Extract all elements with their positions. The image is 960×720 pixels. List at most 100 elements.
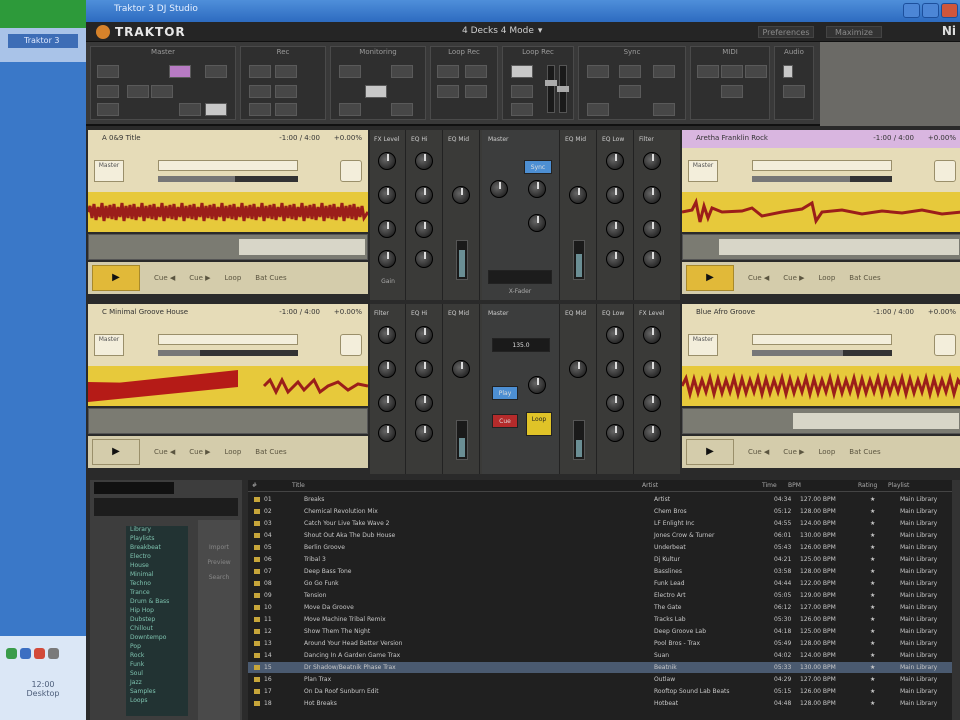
deck-c[interactable]: C Minimal Groove House -1:00 / 4:00 +0.0… [88,304,368,470]
loop-button[interactable]: Loop [819,274,836,282]
deck-progress[interactable] [752,350,892,356]
table-row[interactable]: 13 Around Your Head Better Version Pool Br… [248,638,960,649]
volume-fader[interactable] [573,240,585,280]
sync-button[interactable] [340,334,362,356]
tree-item[interactable]: House [126,562,188,571]
toolbar-button[interactable] [745,65,767,78]
toolbar-button[interactable] [511,103,533,116]
deck-progress[interactable] [158,350,298,356]
waveform[interactable] [88,192,368,232]
fx-knob[interactable] [643,152,661,170]
monitor-volume-knob[interactable] [528,180,546,198]
crossfader[interactable] [488,270,552,284]
toolbar-button[interactable] [721,65,743,78]
toolbar-button[interactable] [437,65,459,78]
toolbar-fader[interactable] [557,65,569,113]
eq-low-knob[interactable] [378,424,396,442]
fx-knob[interactable] [643,326,661,344]
table-row[interactable]: 14 Dancing In A Garden Game Trax Suan 04:02… [248,650,960,661]
toolbar-button[interactable] [97,65,119,78]
tree-item[interactable]: Pop [126,643,188,652]
table-row[interactable]: 10 Move Da Groove The Gate 06:12 127.00 BPM ★… [248,602,960,613]
toolbar-button[interactable] [511,85,533,98]
gain-knob[interactable] [569,360,587,378]
eq-mid-knob[interactable] [378,394,396,412]
toolbar-button[interactable] [697,65,719,78]
toolbar-button[interactable] [783,85,805,98]
toolbar-button[interactable] [465,65,487,78]
deck-master-button[interactable]: Master [688,334,718,356]
table-row[interactable]: 11 Move Machine Tribal Remix Tracks Lab 05:… [248,614,960,625]
volume-fader[interactable] [573,420,585,460]
maximize-browser-button[interactable]: Maximize [826,26,882,38]
table-row[interactable]: 02 Chemical Revolution Mix Chem Bros 05:12 1… [248,506,960,517]
track-list-scrollbar[interactable] [952,480,960,720]
toolbar-button[interactable] [179,103,201,116]
toolbar-button[interactable] [249,85,271,98]
eq-mid-knob[interactable] [415,186,433,204]
security-icon[interactable] [34,648,45,659]
eq-mid-knob[interactable] [643,394,661,412]
waveform[interactable] [682,366,960,406]
filter-knob[interactable] [606,424,624,442]
toolbar-button[interactable] [437,85,459,98]
fx-knob[interactable] [378,326,396,344]
gain-knob[interactable] [452,186,470,204]
deck-master-button[interactable]: Master [94,160,124,182]
layout-selector[interactable]: 4 Decks 4 Mode ▾ [462,26,542,36]
loop-button[interactable]: Loop [225,274,242,282]
bat-cues-button[interactable]: Bat Cues [255,448,286,456]
import-button[interactable]: Import [198,544,240,551]
toolbar-button[interactable] [721,85,743,98]
cue-next-button[interactable]: Cue ▶ [189,274,210,282]
table-row[interactable]: 08 Go Go Funk Funk Lead 04:44 122.00 BPM ★ Mai… [248,578,960,589]
toolbar-button[interactable] [587,65,609,78]
cue-prev-button[interactable]: Cue ◀ [154,448,175,456]
start-button[interactable] [0,0,86,28]
eq-low-knob[interactable] [378,250,396,268]
tree-item[interactable]: Breakbeat [126,544,188,553]
loop-button[interactable]: Loop [526,412,552,436]
deck-progress[interactable] [752,176,892,182]
filter-knob[interactable] [415,424,433,442]
eq-low-knob[interactable] [606,220,624,238]
track-stripe[interactable] [682,234,960,260]
folder-tree[interactable]: Library Playlists Breakbeat Electro House Min… [126,526,188,716]
eq-low-knob[interactable] [606,394,624,412]
sync-button[interactable] [934,160,956,182]
toolbar-button[interactable] [275,65,297,78]
tree-item[interactable]: Drum & Bass [126,598,188,607]
maximize-button[interactable] [922,3,939,18]
col-header[interactable]: Artist [638,480,758,491]
toolbar-button[interactable] [465,85,487,98]
fx-knob[interactable] [378,152,396,170]
track-stripe[interactable] [88,408,368,434]
cue-next-button[interactable]: Cue ▶ [783,448,804,456]
toolbar-button[interactable] [205,65,227,78]
eq-low-knob[interactable] [415,220,433,238]
col-header[interactable]: # [248,480,288,491]
table-row[interactable]: 01 Breaks Artist 04:34 127.00 BPM ★ Main Libra… [248,494,960,505]
toolbar-button[interactable] [275,85,297,98]
toolbar-button[interactable] [653,103,675,116]
deck-b[interactable]: Aretha Franklin Rock -1:00 / 4:00 +0.00%… [682,130,960,296]
toolbar-button[interactable] [169,65,191,78]
table-row[interactable]: 12 Show Them The Night Deep Groove Lab 04:1… [248,626,960,637]
table-row[interactable]: 09 Tension Electro Art 05:05 129.00 BPM ★ Main… [248,590,960,601]
tree-item[interactable]: Library [126,526,188,535]
play-button[interactable]: ▶ [92,265,140,291]
volume-fader[interactable] [456,240,468,280]
toolbar-button[interactable] [511,65,533,78]
play-button[interactable]: Play [492,386,518,400]
deck-master-button[interactable]: Master [688,160,718,182]
table-row[interactable]: 05 Berlin Groove Underbeat 05:43 126.00 BPM ★… [248,542,960,553]
tempo-slider[interactable] [158,334,298,345]
track-stripe[interactable] [88,234,368,260]
tree-item[interactable]: Loops [126,697,188,706]
eq-low-knob[interactable] [415,394,433,412]
cue-next-button[interactable]: Cue ▶ [783,274,804,282]
toolbar-button[interactable] [97,85,119,98]
deck-master-button[interactable]: Master [94,334,124,356]
master-button[interactable]: Sync [524,160,552,174]
toolbar-button[interactable] [97,103,119,116]
